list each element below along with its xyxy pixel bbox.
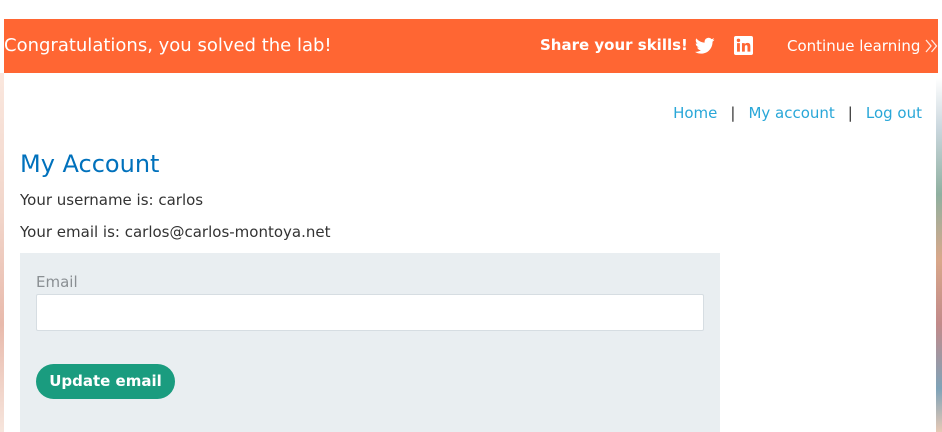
share-skills-label: Share your skills! — [540, 36, 688, 54]
email-field-label: Email — [36, 273, 78, 291]
nav-home-link[interactable]: Home — [673, 103, 717, 123]
continue-learning-link[interactable]: Continue learning — [787, 36, 920, 56]
page: Congratulations, you solved the lab! Sha… — [0, 0, 942, 432]
chevron-double-icon — [925, 39, 938, 53]
username-info: Your username is: carlos — [20, 191, 204, 209]
change-email-form: Email Update email — [20, 253, 720, 432]
page-title: My Account — [20, 150, 160, 178]
update-email-button[interactable]: Update email — [36, 364, 175, 399]
email-info: Your email is: carlos@carlos-montoya.net — [20, 223, 331, 241]
banner-title: Congratulations, you solved the lab! — [4, 35, 332, 56]
email-field[interactable] — [36, 294, 704, 331]
twitter-icon[interactable] — [695, 37, 715, 55]
lab-solved-banner: Congratulations, you solved the lab! Sha… — [4, 19, 938, 73]
nav-separator: | — [730, 104, 736, 122]
linkedin-icon[interactable] — [734, 36, 753, 55]
nav-my-account-link[interactable]: My account — [748, 103, 834, 123]
nav-log-out-link[interactable]: Log out — [866, 103, 922, 123]
account-nav: Home | My account | Log out — [673, 103, 922, 123]
background-edge-left — [0, 73, 4, 432]
nav-separator: | — [847, 104, 853, 122]
